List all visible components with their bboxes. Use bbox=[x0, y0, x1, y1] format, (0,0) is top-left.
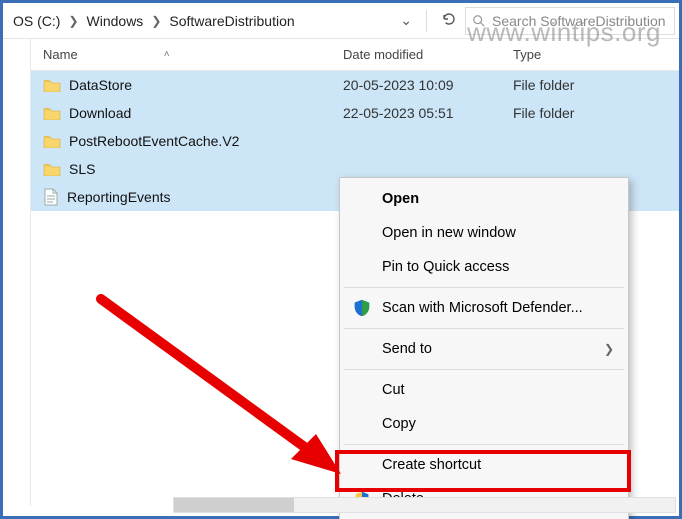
address-dropdown-icon[interactable]: ⌄ bbox=[392, 8, 420, 33]
menu-send-to[interactable]: Send to ❯ bbox=[340, 332, 628, 366]
file-name: DataStore bbox=[69, 77, 132, 93]
search-placeholder: Search SoftwareDistribution bbox=[492, 13, 666, 29]
cell-date: 22-05-2023 05:51 bbox=[331, 105, 501, 121]
scrollbar-thumb[interactable] bbox=[174, 498, 294, 512]
menu-label: Open in new window bbox=[382, 225, 614, 241]
blank-icon bbox=[352, 380, 372, 400]
menu-label: Create shortcut bbox=[382, 457, 614, 473]
menu-pin-quick-access[interactable]: Pin to Quick access bbox=[340, 250, 628, 284]
breadcrumb-item[interactable]: Windows bbox=[81, 9, 150, 33]
menu-label: Copy bbox=[382, 416, 614, 432]
sort-ascending-icon: ˄ bbox=[164, 49, 170, 60]
menu-copy[interactable]: Copy bbox=[340, 407, 628, 441]
nav-tree-collapsed bbox=[3, 39, 31, 506]
file-name: SLS bbox=[69, 161, 95, 177]
refresh-icon[interactable] bbox=[433, 7, 465, 34]
folder-icon bbox=[43, 134, 61, 148]
menu-label: Pin to Quick access bbox=[382, 259, 614, 275]
column-label: Name bbox=[43, 47, 78, 62]
menu-label: Send to bbox=[382, 341, 594, 357]
cell-name: ReportingEvents bbox=[31, 188, 331, 206]
blank-icon bbox=[352, 339, 372, 359]
column-header-type[interactable]: Type bbox=[501, 39, 679, 70]
menu-create-shortcut[interactable]: Create shortcut bbox=[340, 448, 628, 482]
menu-open-new-window[interactable]: Open in new window bbox=[340, 216, 628, 250]
chevron-right-icon: ❯ bbox=[604, 342, 614, 356]
file-row[interactable]: DataStore 20-05-2023 10:09File folder bbox=[31, 71, 679, 99]
folder-icon bbox=[43, 78, 61, 92]
cell-name: DataStore bbox=[31, 77, 331, 93]
menu-cut[interactable]: Cut bbox=[340, 373, 628, 407]
blank-icon bbox=[352, 189, 372, 209]
blank-icon bbox=[352, 257, 372, 277]
menu-separator bbox=[344, 444, 624, 445]
address-bar: OS (C:) ❯ Windows ❯ SoftwareDistribution… bbox=[3, 3, 679, 39]
file-row[interactable]: PostRebootEventCache.V2 bbox=[31, 127, 679, 155]
blank-icon bbox=[352, 455, 372, 475]
cell-name: PostRebootEventCache.V2 bbox=[31, 133, 331, 149]
breadcrumb-item[interactable]: SoftwareDistribution bbox=[163, 9, 300, 33]
column-header-name[interactable]: Name ˄ bbox=[31, 39, 331, 70]
cell-name: Download bbox=[31, 105, 331, 121]
menu-separator bbox=[344, 369, 624, 370]
chevron-right-icon: ❯ bbox=[66, 14, 80, 28]
cell-name: SLS bbox=[31, 161, 331, 177]
cell-type: File folder bbox=[501, 105, 679, 121]
annotation-arrow-icon bbox=[81, 279, 381, 499]
separator bbox=[426, 10, 427, 32]
file-name: PostRebootEventCache.V2 bbox=[69, 133, 239, 149]
menu-separator bbox=[344, 328, 624, 329]
column-label: Date modified bbox=[343, 47, 423, 62]
column-headers: Name ˄ Date modified Type bbox=[31, 39, 679, 71]
cell-date: 20-05-2023 10:09 bbox=[331, 77, 501, 93]
file-name: ReportingEvents bbox=[67, 189, 171, 205]
folder-icon bbox=[43, 106, 61, 120]
file-list-pane: Name ˄ Date modified Type DataStore 20-05… bbox=[31, 39, 679, 506]
folder-icon bbox=[43, 162, 61, 176]
text-file-icon bbox=[43, 188, 59, 206]
cell-type: File folder bbox=[501, 77, 679, 93]
search-input[interactable]: Search SoftwareDistribution bbox=[465, 7, 675, 35]
breadcrumb-item[interactable]: OS (C:) bbox=[7, 9, 66, 33]
menu-open[interactable]: Open bbox=[340, 182, 628, 216]
column-header-date[interactable]: Date modified bbox=[331, 39, 501, 70]
menu-label: Cut bbox=[382, 382, 614, 398]
context-menu: Open Open in new window Pin to Quick acc… bbox=[339, 177, 629, 519]
menu-label: Open bbox=[382, 191, 614, 207]
chevron-right-icon: ❯ bbox=[149, 14, 163, 28]
defender-shield-icon bbox=[352, 298, 372, 318]
menu-label: Scan with Microsoft Defender... bbox=[382, 300, 614, 316]
horizontal-scrollbar[interactable] bbox=[173, 497, 676, 513]
file-name: Download bbox=[69, 105, 131, 121]
file-row[interactable]: Download 22-05-2023 05:51File folder bbox=[31, 99, 679, 127]
search-icon bbox=[472, 14, 486, 28]
menu-separator bbox=[344, 287, 624, 288]
blank-icon bbox=[352, 414, 372, 434]
column-label: Type bbox=[513, 47, 541, 62]
blank-icon bbox=[352, 223, 372, 243]
menu-scan-defender[interactable]: Scan with Microsoft Defender... bbox=[340, 291, 628, 325]
